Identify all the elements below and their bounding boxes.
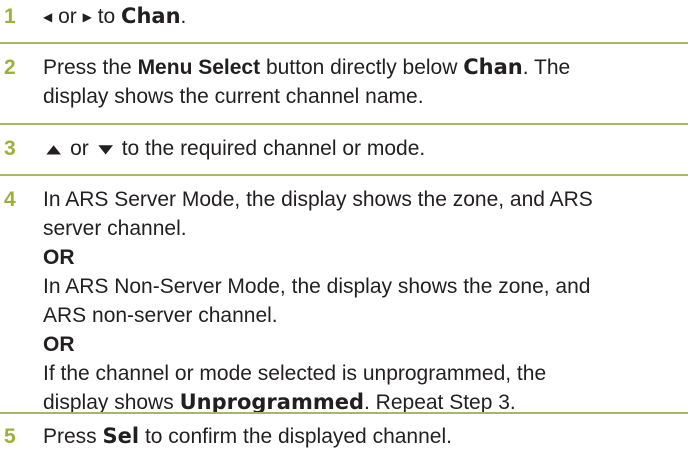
- step-text: Press Sel to confirm the displayed chann…: [43, 424, 452, 448]
- divider: [0, 174, 688, 176]
- step-number: 1: [4, 5, 16, 28]
- display-text-chan: Chan: [121, 4, 181, 28]
- step-text: ▲ or ▼ to the required channel or mode.: [43, 134, 683, 164]
- or-label: OR: [43, 333, 75, 356]
- display-text-sel: Sel: [102, 424, 140, 448]
- step-number: 2: [4, 56, 16, 79]
- step-number: 4: [4, 188, 16, 211]
- or-label: OR: [43, 246, 75, 269]
- right-triangle-icon: ▶: [82, 10, 92, 24]
- step-text: ◀ or ▶ to Chan.: [43, 2, 683, 32]
- step-text: In ARS Server Mode, the display shows th…: [43, 185, 683, 417]
- step-text: Press the Menu Select button directly be…: [43, 55, 571, 108]
- step-number: 5: [4, 425, 16, 448]
- left-triangle-icon: ◀: [43, 10, 53, 24]
- divider: [0, 42, 688, 44]
- up-arrow-icon: ▲: [46, 142, 62, 156]
- procedure-steps: 1 ◀ or ▶ to Chan. 2 Press the Menu Selec…: [0, 0, 688, 455]
- menu-select-label: Menu Select: [137, 56, 261, 79]
- step-number: 3: [4, 137, 16, 160]
- display-text-unprogrammed: Unprogrammed: [179, 390, 364, 414]
- down-arrow-icon: ▼: [97, 142, 113, 156]
- divider: [0, 412, 688, 414]
- divider: [0, 123, 688, 125]
- display-text-chan: Chan: [463, 55, 523, 79]
